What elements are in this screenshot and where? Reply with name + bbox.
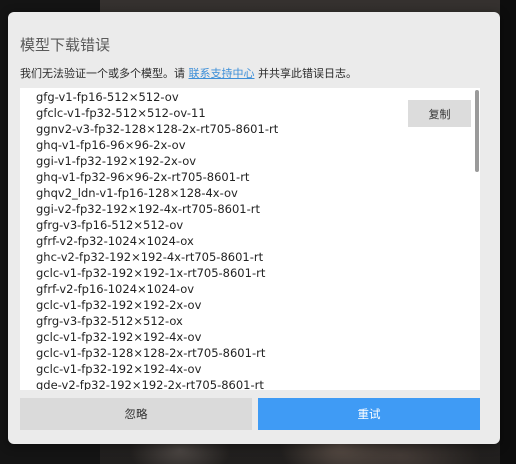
model-list-item: ghq-v1-fp32-96×96-2x-rt705-8601-rt: [36, 170, 250, 184]
model-list-item: gfrg-v3-fp32-512×512-ox: [36, 314, 183, 328]
model-download-error-dialog: 模型下载错误 我们无法验证一个或多个模型。请 联系支持中心 并共享此错误日志。 …: [8, 12, 500, 444]
dialog-title: 模型下载错误: [20, 36, 111, 54]
model-list: gfg-v1-fp16-512×512-ov gfclc-v1-fp32-512×…: [36, 89, 278, 390]
model-list-item: gfrf-v2-fp16-1024×1024-ov: [36, 282, 195, 296]
scrollbar[interactable]: [474, 88, 480, 390]
model-list-item: gfrg-v3-fp16-512×512-ov: [36, 218, 184, 232]
retry-button[interactable]: 重试: [258, 398, 480, 430]
model-list-item: gclc-v1-fp32-192×192-4x-ov: [36, 362, 202, 376]
model-list-item: gfclc-v1-fp32-512×512-ov-11: [36, 106, 206, 120]
model-list-item: ggnv2-v3-fp32-128×128-2x-rt705-8601-rt: [36, 122, 279, 136]
model-list-item: ggi-v2-fp32-192×192-4x-rt705-8601-rt: [36, 202, 260, 216]
model-list-item: gclc-v1-fp32-192×192-1x-rt705-8601-rt: [36, 266, 266, 280]
model-list-item: gfg-v1-fp16-512×512-ov: [36, 90, 179, 104]
message-prefix: 我们无法验证一个或多个模型。请: [20, 67, 189, 80]
copy-button[interactable]: 复制: [408, 100, 471, 127]
ignore-button[interactable]: 忽略: [20, 398, 252, 430]
model-list-item: gclc-v1-fp32-192×192-4x-ov: [36, 330, 202, 344]
model-list-item: ghq-v1-fp16-96×96-2x-ov: [36, 138, 186, 152]
model-list-item: gclc-v1-fp32-128×128-2x-rt705-8601-rt: [36, 346, 266, 360]
contact-support-link[interactable]: 联系支持中心: [189, 67, 255, 80]
model-list-item: gfrf-v2-fp32-1024×1024-ox: [36, 234, 194, 248]
model-list-item: ghqv2_ldn-v1-fp16-128×128-4x-ov: [36, 186, 238, 200]
model-list-item: gde-v2-fp32-192×192-2x-rt705-8601-rt: [36, 378, 264, 390]
dialog-message: 我们无法验证一个或多个模型。请 联系支持中心 并共享此错误日志。: [20, 65, 357, 81]
model-list-item: ghc-v2-fp32-192×192-4x-rt705-8601-rt: [36, 250, 264, 264]
model-list-item: gclc-v1-fp32-192×192-2x-ov: [36, 298, 202, 312]
model-list-item: ggi-v1-fp32-192×192-2x-ov: [36, 154, 197, 168]
scrollbar-thumb[interactable]: [475, 90, 479, 172]
error-log-box[interactable]: gfg-v1-fp16-512×512-ov gfclc-v1-fp32-512×…: [20, 88, 480, 390]
message-suffix: 并共享此错误日志。: [254, 67, 357, 80]
